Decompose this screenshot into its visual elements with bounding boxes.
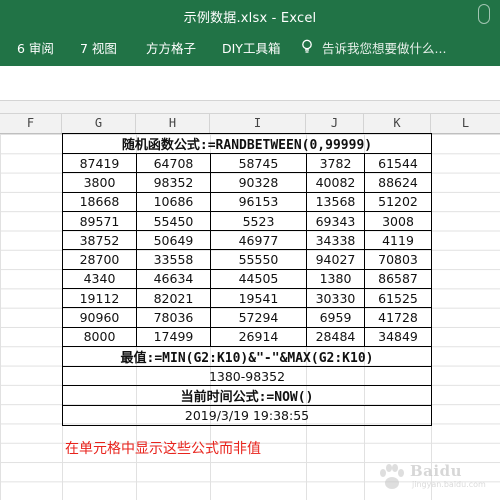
paperclip-icon <box>478 4 490 24</box>
minmax-result-cell[interactable]: 1380-98352 <box>61 365 433 387</box>
column-header-g[interactable]: G <box>62 114 136 133</box>
cell[interactable]: 46977 <box>210 230 307 251</box>
column-header-j[interactable]: J <box>306 114 364 133</box>
cell[interactable]: 61525 <box>363 288 433 309</box>
minmax-formula-cell[interactable]: 最值:=MIN(G2:K10)&"-"&MAX(G2:K10) <box>61 345 433 367</box>
column-header-l[interactable]: L <box>431 114 500 133</box>
lightbulb-icon[interactable] <box>300 39 314 53</box>
cell[interactable]: 38752 <box>62 230 137 251</box>
table-row: 4340 46634 44505 1380 86587 <box>62 268 433 290</box>
cell[interactable]: 1380 <box>306 268 365 290</box>
cell[interactable]: 88624 <box>363 172 433 193</box>
cell[interactable]: 86587 <box>363 268 433 290</box>
table-row: 89571 55450 5523 69343 3008 <box>62 210 433 232</box>
cell[interactable]: 94027 <box>306 249 365 270</box>
window-title: 示例数据.xlsx - Excel <box>183 11 317 26</box>
cell[interactable]: 19112 <box>62 288 137 309</box>
table-row: 18668 10686 96153 13568 51202 <box>62 191 433 212</box>
column-headers: F G H I J K L <box>0 114 500 134</box>
cell[interactable]: 61544 <box>363 152 433 174</box>
data-table: 随机函数公式:=RANDBETWEEN(0,99999) 87419 64708 5… <box>61 133 433 426</box>
cell[interactable]: 57294 <box>210 307 307 328</box>
table-row: 28700 33558 55550 94027 70803 <box>62 249 433 270</box>
cell[interactable]: 18668 <box>62 191 137 212</box>
tab-review[interactable]: 6 审阅 <box>17 38 54 57</box>
column-header-k[interactable]: K <box>364 114 431 133</box>
paw-icon <box>380 464 404 489</box>
title-bar: 示例数据.xlsx - Excel <box>0 0 500 30</box>
cell[interactable]: 17499 <box>136 326 211 347</box>
cell[interactable]: 10686 <box>136 191 211 212</box>
table-row: 38752 50649 46977 34338 4119 <box>62 230 433 251</box>
cell[interactable]: 51202 <box>363 191 433 212</box>
cell[interactable]: 8000 <box>62 326 137 347</box>
cell[interactable]: 70803 <box>363 249 433 270</box>
cell[interactable]: 6959 <box>306 307 365 328</box>
randbetween-formula-cell[interactable]: 随机函数公式:=RANDBETWEEN(0,99999) <box>61 133 433 154</box>
ribbon-body <box>0 66 500 101</box>
tell-me-search[interactable]: 告诉我您想要做什么... <box>322 38 446 57</box>
watermark-brand: Baidu <box>410 462 462 480</box>
cell[interactable]: 55550 <box>210 249 307 270</box>
now-formula-cell[interactable]: 当前时间公式:=NOW() <box>61 385 433 407</box>
cell[interactable]: 4340 <box>62 268 137 290</box>
cell[interactable]: 46634 <box>136 268 211 290</box>
cell[interactable]: 58745 <box>210 152 307 174</box>
cell[interactable]: 28484 <box>306 326 365 347</box>
cell[interactable]: 69343 <box>306 210 365 232</box>
cell[interactable]: 34338 <box>306 230 365 251</box>
cell[interactable]: 90328 <box>210 172 307 193</box>
tab-fangfang[interactable]: 方方格子 <box>146 38 196 57</box>
cell[interactable]: 55450 <box>136 210 211 232</box>
cell[interactable]: 3800 <box>62 172 137 193</box>
watermark-url: jingyan.baidu.com <box>412 480 486 489</box>
table-row: 90960 78036 57294 6959 41728 <box>62 307 433 328</box>
table-row: 8000 17499 26914 28484 34849 <box>62 326 433 347</box>
cell[interactable]: 82021 <box>136 288 211 309</box>
cell[interactable]: 28700 <box>62 249 137 270</box>
cell[interactable]: 13568 <box>306 191 365 212</box>
cell[interactable]: 40082 <box>306 172 365 193</box>
cell[interactable]: 96153 <box>210 191 307 212</box>
table-row: 87419 64708 58745 3782 61544 <box>62 152 433 174</box>
cell[interactable]: 89571 <box>62 210 137 232</box>
cell[interactable]: 44505 <box>210 268 307 290</box>
cell[interactable]: 98352 <box>136 172 211 193</box>
cell[interactable]: 78036 <box>136 307 211 328</box>
cell[interactable]: 3008 <box>363 210 433 232</box>
formula-bar[interactable] <box>0 101 500 114</box>
now-result-cell[interactable]: 2019/3/19 19:38:55 <box>61 405 433 426</box>
cell[interactable]: 33558 <box>136 249 211 270</box>
red-annotation: 在单元格中显示这些公式而非值 <box>65 441 261 457</box>
cell[interactable]: 90960 <box>62 307 137 328</box>
cell[interactable]: 41728 <box>363 307 433 328</box>
table-row: 3800 98352 90328 40082 88624 <box>62 172 433 193</box>
cell[interactable]: 87419 <box>62 152 137 174</box>
cell[interactable]: 64708 <box>136 152 211 174</box>
baidu-watermark: Baidu jingyan.baidu.com <box>372 460 492 494</box>
column-header-i[interactable]: I <box>210 114 306 133</box>
cell[interactable]: 3782 <box>306 152 365 174</box>
cell[interactable]: 34849 <box>363 326 433 347</box>
ribbon-tabs: 6 审阅 7 视图 方方格子 DIY工具箱 告诉我您想要做什么... <box>0 30 500 66</box>
column-header-f[interactable]: F <box>0 114 62 133</box>
cell[interactable]: 30330 <box>306 288 365 309</box>
tab-view[interactable]: 7 视图 <box>80 38 117 57</box>
cell[interactable]: 5523 <box>210 210 307 232</box>
cell[interactable]: 4119 <box>363 230 433 251</box>
tab-diy-toolbox[interactable]: DIY工具箱 <box>222 38 280 57</box>
table-row: 19112 82021 19541 30330 61525 <box>62 288 433 309</box>
cell[interactable]: 26914 <box>210 326 307 347</box>
column-header-h[interactable]: H <box>136 114 210 133</box>
cell[interactable]: 19541 <box>210 288 307 309</box>
cell[interactable]: 50649 <box>136 230 211 251</box>
